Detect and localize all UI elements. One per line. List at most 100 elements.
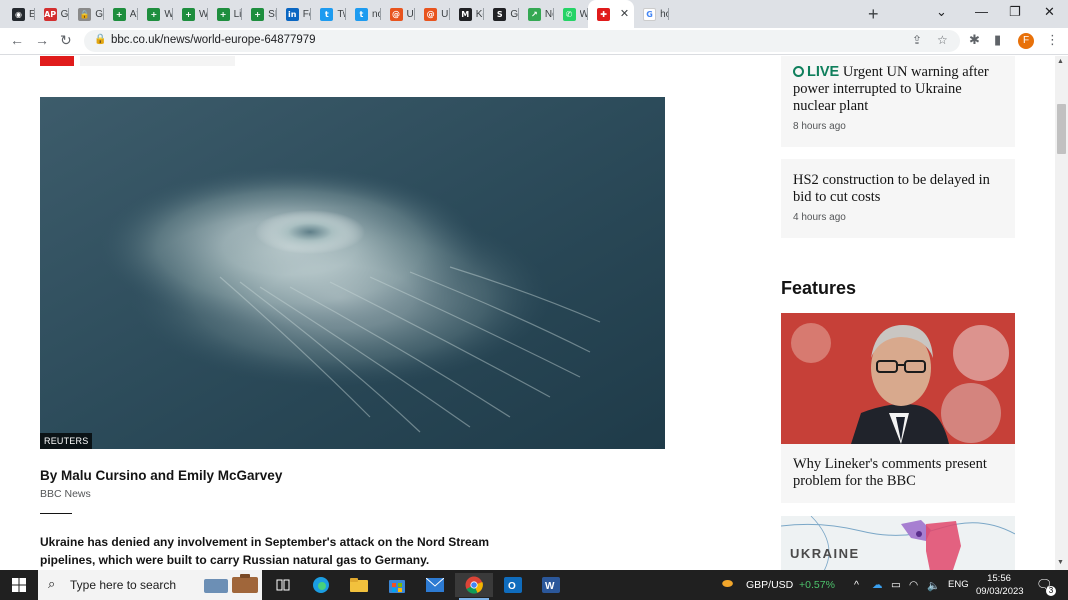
ticker-change[interactable]: +0.57%: [799, 579, 835, 591]
browser-tab[interactable]: tnor: [346, 0, 381, 28]
story-title[interactable]: LIVE Urgent UN warning after power inter…: [793, 64, 1003, 115]
browser-tab[interactable]: APGe: [35, 0, 70, 28]
browser-tab[interactable]: +We: [138, 0, 173, 28]
close-tab-icon[interactable]: ✕: [620, 7, 629, 20]
tab-label: No: [544, 8, 554, 20]
browser-tab[interactable]: +We: [173, 0, 208, 28]
outlook-icon[interactable]: O: [494, 573, 532, 597]
tab-label: Ge: [60, 8, 70, 20]
share-icon[interactable]: ⇪: [912, 33, 922, 47]
store-icon[interactable]: [378, 573, 416, 597]
volume-icon[interactable]: 🔈: [927, 579, 940, 592]
file-explorer-icon[interactable]: [340, 573, 378, 597]
article-hero-image: REUTERS: [40, 97, 665, 449]
tab-label: hov: [660, 8, 669, 20]
feature-title[interactable]: Why Lineker's comments present problem f…: [793, 456, 1003, 490]
reload-icon[interactable]: ↻: [60, 32, 72, 49]
browser-tab[interactable]: Ghov: [634, 0, 669, 28]
mail-icon[interactable]: [416, 573, 454, 597]
browser-tab[interactable]: MKey: [450, 0, 485, 28]
wifi-icon[interactable]: ◠: [909, 579, 918, 591]
browser-tab[interactable]: +Att: [104, 0, 138, 28]
sidebar-story-live[interactable]: LIVE Urgent UN warning after power inter…: [781, 56, 1015, 147]
plus-doc-icon: +: [112, 7, 126, 21]
extensions-icon[interactable]: ✱: [969, 32, 980, 48]
spiral-icon: @: [389, 7, 403, 21]
scroll-up-icon[interactable]: ▲: [1057, 58, 1064, 65]
minimize-button[interactable]: —: [975, 4, 988, 19]
browser-tab[interactable]: ✚ ✕: [588, 0, 635, 28]
plus-doc-icon: +: [251, 7, 265, 21]
restore-button[interactable]: ❐: [1009, 4, 1021, 20]
task-view-icon[interactable]: [264, 573, 302, 597]
taskbar-search[interactable]: ⌕ Type here to search: [38, 570, 262, 600]
windows-start-icon[interactable]: [12, 578, 26, 597]
trend-icon: ↗: [527, 7, 541, 21]
article-byline: By Malu Cursino and Emily McGarvey: [40, 468, 283, 483]
edge-icon[interactable]: [302, 573, 340, 597]
tab-label: We: [198, 8, 208, 20]
byline-source: BBC News: [40, 488, 91, 500]
svg-text:O: O: [508, 581, 516, 592]
feature-story[interactable]: Why Lineker's comments present problem f…: [781, 444, 1015, 503]
search-placeholder[interactable]: Type here to search: [70, 578, 176, 592]
onedrive-icon[interactable]: ☁: [872, 579, 883, 591]
currency-icon: ⬬: [722, 576, 734, 591]
byline-divider: [40, 513, 72, 514]
browser-tab[interactable]: tTw: [311, 0, 346, 28]
twitter-bird-icon: t: [354, 7, 368, 21]
browser-tab[interactable]: 🔒Ge: [69, 0, 104, 28]
web-page: REUTERS By Malu Cursino and Emily McGarv…: [0, 56, 1055, 570]
browser-tab[interactable]: SGas: [484, 0, 519, 28]
browser-tab[interactable]: ◉Edi: [0, 0, 35, 28]
tab-label: UR: [406, 8, 416, 20]
profile-avatar[interactable]: F: [1018, 33, 1034, 49]
close-window-button[interactable]: ✕: [1044, 4, 1055, 20]
lock-icon[interactable]: 🔒: [94, 34, 106, 45]
chrome-icon[interactable]: [455, 573, 493, 600]
tray-chevron-icon[interactable]: ^: [854, 579, 859, 591]
spiral-icon: @: [424, 7, 438, 21]
browser-tab[interactable]: @UR: [381, 0, 416, 28]
header-strip: [80, 56, 235, 66]
system-clock[interactable]: 15:56 09/03/2023: [976, 572, 1024, 598]
browser-tab[interactable]: @UR: [415, 0, 450, 28]
live-label: LIVE: [793, 64, 839, 80]
scroll-thumb[interactable]: [1057, 104, 1066, 154]
new-tab-button[interactable]: +: [868, 4, 879, 25]
scroll-down-icon[interactable]: ▼: [1057, 559, 1064, 566]
menu-kebab-icon[interactable]: ⋮: [1046, 32, 1059, 48]
tab-search-icon[interactable]: ⌄: [936, 4, 947, 20]
story-title[interactable]: HS2 construction to be delayed in bid to…: [793, 172, 1003, 206]
tab-label: Ge: [95, 8, 104, 20]
language-indicator[interactable]: ENG: [948, 579, 969, 590]
bookmark-star-icon[interactable]: ☆: [937, 33, 948, 47]
forward-icon[interactable]: →: [35, 32, 49, 48]
tab-label: Key: [475, 8, 485, 20]
feature-image[interactable]: [781, 313, 1015, 444]
battery-icon[interactable]: ▭: [891, 579, 901, 591]
browser-tab[interactable]: +Lin: [208, 0, 242, 28]
tab-label: Gas: [510, 8, 519, 20]
sidebar-story-hs2[interactable]: HS2 construction to be delayed in bid to…: [781, 159, 1015, 238]
browser-tab[interactable]: ✆Wh: [554, 0, 588, 28]
tab-strip: ◉EdiAPGe🔒Ge+Att+We+We+Lin+SECinFeetTwtno…: [0, 0, 1068, 28]
ukraine-map-image[interactable]: UKRAINE: [781, 516, 1015, 570]
google-icon: G: [643, 7, 657, 21]
browser-tab[interactable]: +SEC: [242, 0, 277, 28]
s-logo-icon: S: [493, 7, 507, 21]
svg-text:W: W: [545, 581, 555, 592]
tab-label: nor: [371, 8, 381, 20]
ticker-name[interactable]: GBP/USD: [746, 579, 793, 591]
url-text[interactable]: bbc.co.uk/news/world-europe-64877979: [111, 34, 316, 46]
browser-tab[interactable]: ↗No: [519, 0, 554, 28]
twitter-icon: t: [320, 7, 334, 21]
side-panel-icon[interactable]: ▮: [994, 32, 1001, 48]
word-icon[interactable]: W: [532, 573, 570, 597]
browser-tab[interactable]: inFee: [277, 0, 311, 28]
back-icon[interactable]: ←: [10, 32, 24, 48]
address-bar[interactable]: 🔒 bbc.co.uk/news/world-europe-64877979 ⇪…: [84, 30, 960, 52]
page-scrollbar[interactable]: ▲ ▼: [1055, 56, 1068, 570]
clock-time: 15:56: [987, 573, 1011, 584]
whatsapp-icon: ✆: [562, 7, 576, 21]
